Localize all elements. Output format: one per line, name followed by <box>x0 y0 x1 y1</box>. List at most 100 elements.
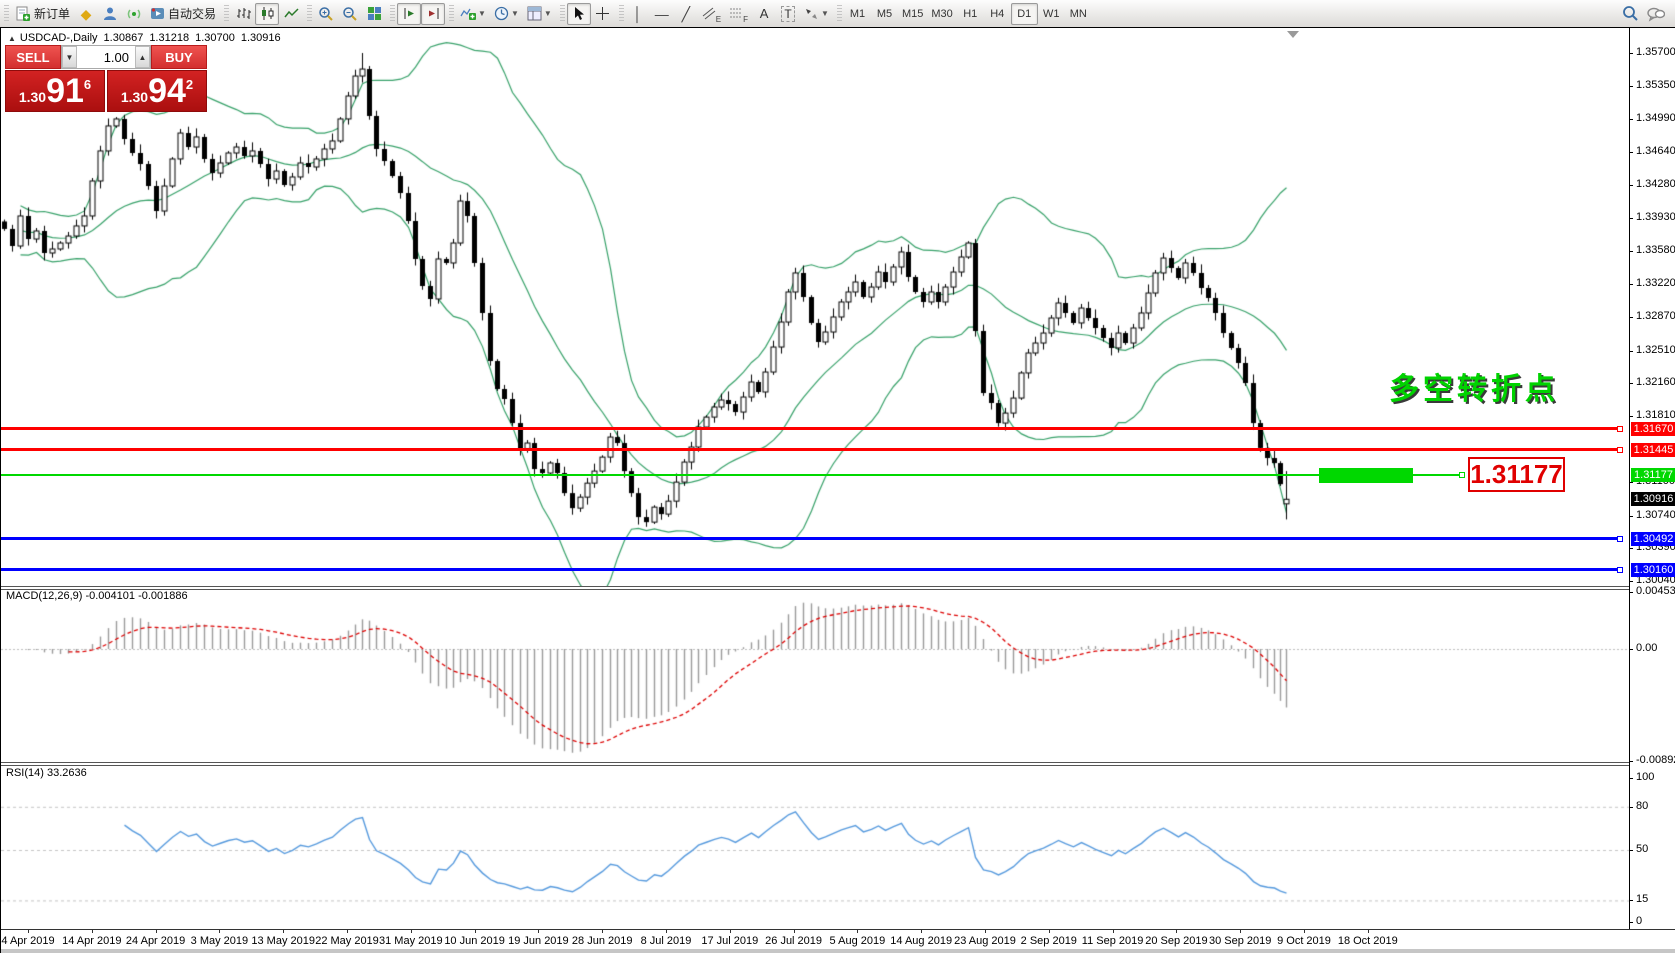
arrows-tool[interactable]: ▼ <box>800 3 833 25</box>
auto-scroll-button[interactable] <box>421 3 445 25</box>
price-tick: 1.33220 <box>1630 277 1675 289</box>
bar-chart-button[interactable] <box>231 3 255 25</box>
toolbar-grip <box>619 5 624 23</box>
macd-axis-tick: -0.008928 <box>1630 754 1675 766</box>
sell-button[interactable]: SELL <box>5 45 61 69</box>
date-tick <box>475 930 476 933</box>
volume-decrease-button[interactable]: ▼ <box>62 46 77 68</box>
turning-point-annotation[interactable]: 多空转折点 <box>1389 364 1559 408</box>
date-tick <box>921 930 922 933</box>
panel-separator[interactable] <box>1 762 1675 766</box>
bid-pipette: 6 <box>84 77 91 92</box>
panel-separator[interactable] <box>1 586 1675 590</box>
date-label: 13 May 2019 <box>251 935 315 947</box>
mt4-platform: { "toolbar": { "new_order_label": "新订单",… <box>0 0 1675 953</box>
line-chart-button[interactable] <box>279 3 303 25</box>
date-label: 28 Jun 2019 <box>572 935 633 947</box>
cursor-icon <box>572 6 586 21</box>
main-toolbar: 新订单 ◆ 自动交易 ▼ ▼ <box>0 0 1675 27</box>
buy-button[interactable]: BUY <box>151 45 207 69</box>
main-chart-canvas[interactable] <box>1 29 1629 586</box>
horizontal-line-1.30492[interactable] <box>1 537 1623 540</box>
date-tick <box>347 930 348 933</box>
price-level-label[interactable]: 1.31177 <box>1468 457 1565 492</box>
zoom-out-button[interactable] <box>338 3 362 25</box>
community-button[interactable] <box>98 3 122 25</box>
date-tick <box>156 930 157 933</box>
search-button[interactable] <box>1618 3 1643 25</box>
timeframe-m5[interactable]: M5 <box>871 3 898 25</box>
volume-stepper: ▼ ▲ <box>61 45 151 69</box>
bid-price-box[interactable]: 1.30 91 6 <box>5 70 105 112</box>
periods-button[interactable]: ▼ <box>490 3 523 25</box>
dropdown-arrow-icon: ▼ <box>821 9 829 18</box>
line-anchor-square <box>1617 536 1623 542</box>
trendline-tool[interactable]: ╱ <box>674 3 698 25</box>
horizontal-line-1.31445[interactable] <box>1 448 1623 451</box>
fibonacci-tool[interactable]: F <box>725 3 752 25</box>
date-axis[interactable]: 4 Apr 201914 Apr 201924 Apr 20193 May 20… <box>1 929 1675 949</box>
timeframe-m30[interactable]: M30 <box>927 3 956 25</box>
chat-button[interactable] <box>1643 3 1669 25</box>
price-tick: 1.30740 <box>1630 509 1675 521</box>
mql-market-button[interactable]: ◆ <box>74 3 98 25</box>
signals-button[interactable] <box>122 3 146 25</box>
toolbar-grip <box>560 5 565 23</box>
rsi-canvas[interactable] <box>1 765 1629 929</box>
chart-shift-marker <box>1287 31 1299 38</box>
timeframe-h4[interactable]: H4 <box>984 3 1011 25</box>
bid-prefix: 1.30 <box>19 89 46 105</box>
candlestick-chart-button[interactable] <box>255 3 279 25</box>
volume-increase-button[interactable]: ▲ <box>135 46 150 68</box>
text-tool[interactable]: A <box>752 3 776 25</box>
text-label-tool[interactable]: T <box>776 3 800 25</box>
timeframe-d1[interactable]: D1 <box>1011 3 1038 25</box>
horizontal-line-1.31670[interactable] <box>1 427 1623 430</box>
autotrading-button[interactable]: 自动交易 <box>146 3 220 25</box>
toolbar-grip <box>224 5 229 23</box>
price-tick: 1.33580 <box>1630 244 1675 256</box>
timeframe-m15[interactable]: M15 <box>898 3 927 25</box>
timeframe-mn[interactable]: MN <box>1065 3 1092 25</box>
price-badge: 1.30160 <box>1631 563 1675 577</box>
price-tick: 1.32510 <box>1630 344 1675 356</box>
ask-big-digits: 94 <box>148 72 186 110</box>
vertical-line-tool[interactable]: │ <box>626 3 650 25</box>
timeframe-w1[interactable]: W1 <box>1038 3 1065 25</box>
line-anchor-square <box>1617 567 1623 573</box>
horizontal-line-1.31177[interactable] <box>1 474 1465 476</box>
price-scale[interactable]: 1.357001.353501.349901.346401.342801.339… <box>1629 28 1675 929</box>
dropdown-arrow-icon: ▼ <box>478 9 486 18</box>
dropdown-arrow-icon: ▼ <box>544 9 552 18</box>
price-badge: 1.31445 <box>1631 443 1675 457</box>
channel-tool[interactable]: E <box>698 3 725 25</box>
chart-shift-button[interactable] <box>397 3 421 25</box>
indicators-button[interactable]: ▼ <box>456 3 490 25</box>
timeframe-h1[interactable]: H1 <box>957 3 984 25</box>
macd-canvas[interactable] <box>1 589 1629 762</box>
horizontal-line-1.30160[interactable] <box>1 568 1623 571</box>
volume-input[interactable] <box>77 46 135 68</box>
ask-price-box[interactable]: 1.30 94 2 <box>107 70 207 112</box>
date-label: 10 Jun 2019 <box>444 935 505 947</box>
date-tick <box>666 930 667 933</box>
date-label: 11 Sep 2019 <box>1082 935 1144 947</box>
new-order-button[interactable]: 新订单 <box>11 3 74 25</box>
indicators-icon <box>460 6 476 21</box>
toolbar-grip <box>837 5 842 23</box>
date-label: 14 Apr 2019 <box>62 935 121 947</box>
trendline-icon: ╱ <box>682 7 690 21</box>
crosshair-icon <box>595 6 610 21</box>
date-tick <box>1113 930 1114 933</box>
collapse-panel-icon[interactable]: ▲ <box>8 34 16 43</box>
cursor-button[interactable] <box>567 3 591 25</box>
price-badge: 1.30916 <box>1631 492 1675 506</box>
support-zone-rectangle[interactable] <box>1319 468 1413 483</box>
tile-windows-button[interactable] <box>362 3 386 25</box>
window-bottom-edge <box>1 949 1675 953</box>
horizontal-line-tool[interactable]: — <box>650 3 674 25</box>
templates-button[interactable]: ▼ <box>523 3 556 25</box>
timeframe-m1[interactable]: M1 <box>844 3 871 25</box>
crosshair-button[interactable] <box>591 3 615 25</box>
zoom-in-button[interactable] <box>314 3 338 25</box>
